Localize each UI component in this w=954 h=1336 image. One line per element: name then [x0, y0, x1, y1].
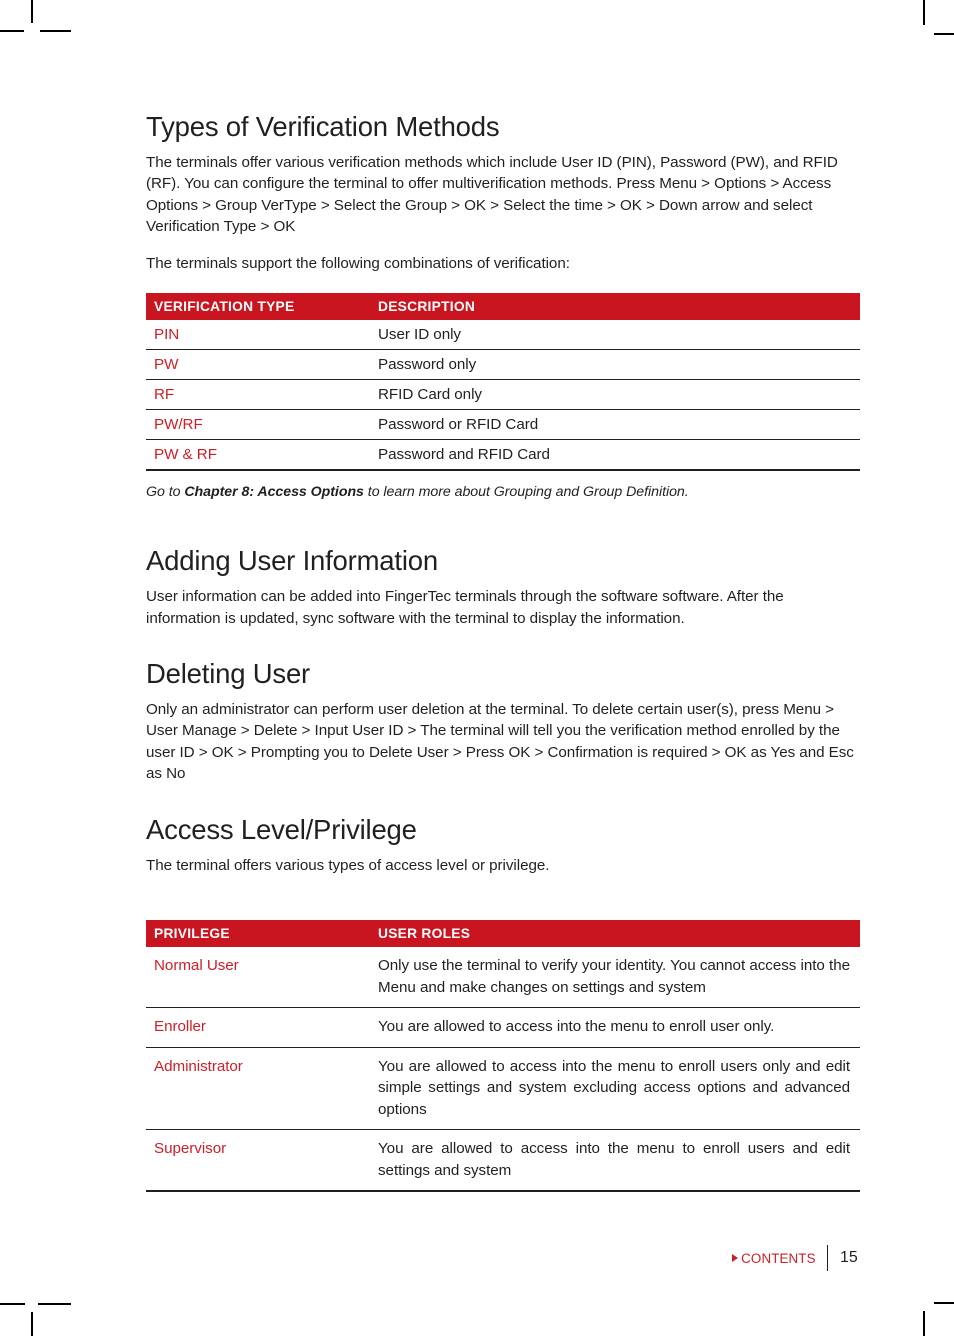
table-row: Supervisor You are allowed to access int…: [146, 1129, 860, 1193]
cell-verification-type: RF: [146, 379, 370, 411]
column-header-description: DESCRIPTION: [370, 293, 860, 321]
crop-mark-bottom-left-horizontal-inner: [38, 1303, 71, 1305]
crop-mark-bottom-left-vertical: [31, 1312, 33, 1336]
cell-verification-description: Password only: [370, 349, 860, 381]
triangle-right-icon: [732, 1254, 739, 1262]
cell-privilege-name: Normal User: [146, 947, 370, 1009]
table-header-row: VERIFICATION TYPE DESCRIPTION: [146, 293, 860, 321]
spacer-before-verification-table: [146, 274, 860, 293]
cell-privilege-name: Administrator: [146, 1047, 370, 1131]
page-content: Types of Verification Methods The termin…: [146, 111, 860, 1193]
crop-mark-top-right-horizontal: [934, 33, 954, 35]
cell-verification-type: PW & RF: [146, 439, 370, 472]
crop-mark-top-right-vertical: [923, 0, 925, 25]
contents-link-label: CONTENTS: [741, 1250, 816, 1266]
crop-mark-bottom-left-horizontal: [0, 1303, 25, 1305]
paragraph-deleting-user: Only an administrator can perform user d…: [146, 700, 854, 783]
footer-inner: CONTENTS 15: [732, 1245, 860, 1271]
section-adding-user-information: Adding User Information User information…: [146, 545, 860, 629]
table-row: Administrator You are allowed to access …: [146, 1047, 860, 1131]
spacer-before-adding-user: [146, 502, 860, 546]
note-lead: Go to: [146, 484, 185, 501]
table-row: PW & RF Password and RFID Card: [146, 439, 860, 472]
document-page: Types of Verification Methods The termin…: [0, 0, 954, 1336]
section-title-access-level-privilege: Access Level/Privilege: [146, 813, 417, 845]
table-row: PIN User ID only: [146, 320, 860, 351]
cell-privilege-roles: You are allowed to access into the menu …: [370, 1047, 860, 1131]
cell-verification-description: Password and RFID Card: [370, 439, 860, 472]
paragraph-adding-user-information: User information can be added into Finge…: [146, 588, 784, 627]
column-header-verification-type: VERIFICATION TYPE: [146, 293, 370, 321]
spacer-before-privilege-table: [146, 876, 860, 920]
table-privilege-body: Normal User Only use the terminal to ver…: [146, 947, 860, 1193]
paragraph-verification-intro: The terminals offer various verification…: [146, 153, 838, 236]
cell-verification-type: PW: [146, 349, 370, 381]
table-verification-types: VERIFICATION TYPE DESCRIPTION PIN User I…: [146, 293, 860, 472]
table-access-privileges: PRIVILEGE USER ROLES Normal User Only us…: [146, 920, 860, 1193]
cell-privilege-roles: You are allowed to access into the menu …: [370, 1007, 860, 1048]
section-access-level-privilege: Access Level/Privilege The terminal offe…: [146, 813, 860, 876]
spacer-before-deleting-user: [146, 629, 860, 659]
table-row: PW Password only: [146, 349, 860, 381]
crop-mark-top-left-horizontal: [0, 30, 24, 32]
section-deleting-user: Deleting User Only an administrator can …: [146, 658, 860, 785]
paragraph-verification-combinations: The terminals support the following comb…: [146, 254, 570, 272]
contents-link[interactable]: CONTENTS: [732, 1251, 826, 1266]
paragraph-access-level-privilege: The terminal offers various types of acc…: [146, 856, 550, 874]
section-title-deleting-user: Deleting User: [146, 658, 310, 690]
cell-privilege-roles: Only use the terminal to verify your ide…: [370, 947, 860, 1009]
crop-mark-bottom-right-horizontal: [934, 1302, 954, 1304]
cell-privilege-name: Supervisor: [146, 1129, 370, 1193]
spacer-before-access-level: [146, 785, 860, 815]
cell-privilege-name: Enroller: [146, 1007, 370, 1048]
section-title-adding-user-information: Adding User Information: [146, 545, 438, 577]
section-verification-methods: Types of Verification Methods The termin…: [146, 111, 860, 274]
column-header-user-roles: USER ROLES: [370, 920, 860, 948]
table-row: Normal User Only use the terminal to ver…: [146, 947, 860, 1009]
table-header-row: PRIVILEGE USER ROLES: [146, 920, 860, 948]
section-title-verification-methods: Types of Verification Methods: [146, 111, 500, 142]
cell-privilege-roles: You are allowed to access into the menu …: [370, 1129, 860, 1193]
crop-mark-bottom-right-vertical: [923, 1311, 925, 1336]
table-row: PW/RF Password or RFID Card: [146, 409, 860, 441]
cell-verification-description: Password or RFID Card: [370, 409, 860, 441]
cell-verification-description: User ID only: [370, 320, 860, 351]
note-chapter-bold: Chapter 8: Access Options: [184, 484, 364, 501]
table-row: RF RFID Card only: [146, 379, 860, 411]
note-chapter-reference: Go to Chapter 8: Access Options to learn…: [146, 482, 860, 502]
table-verification-body: PIN User ID only PW Password only RF RFI…: [146, 320, 860, 472]
table-row: Enroller You are allowed to access into …: [146, 1007, 860, 1048]
page-footer: CONTENTS 15: [146, 1245, 860, 1279]
cell-verification-type: PIN: [146, 320, 370, 351]
note-tail: to learn more about Grouping and Group D…: [363, 484, 689, 501]
crop-mark-top-left-vertical: [31, 0, 33, 23]
cell-verification-description: RFID Card only: [370, 379, 860, 411]
column-header-privilege: PRIVILEGE: [146, 920, 370, 948]
page-number: 15: [840, 1249, 858, 1266]
cell-verification-type: PW/RF: [146, 409, 370, 441]
crop-mark-top-left-horizontal-inner: [40, 30, 71, 32]
